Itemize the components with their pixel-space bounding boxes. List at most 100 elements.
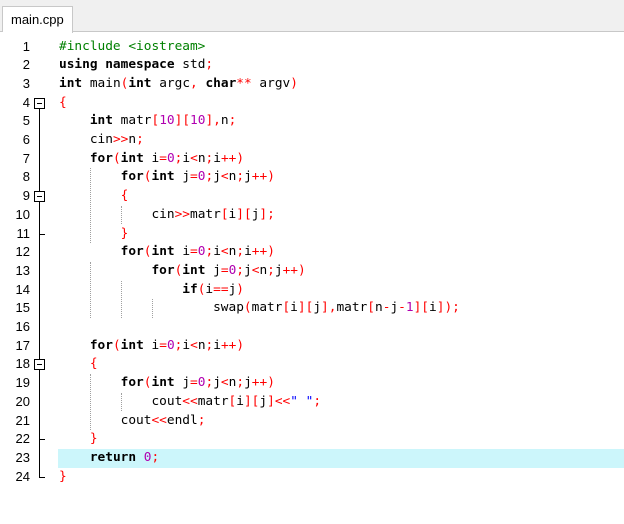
line-number: 7 (22, 150, 30, 166)
code-token: i (244, 244, 252, 260)
fold-end-marker (39, 476, 45, 478)
code-line: 7 for(int i=0;i<n;i++) (0, 150, 624, 169)
code-text: for(int i=0;i<n;i++) (59, 243, 275, 262)
code-token: int (128, 75, 152, 91)
code-text: cin>>matr[i][j]; (59, 206, 275, 225)
code-token: i (429, 300, 437, 316)
code-token: ++) (251, 375, 275, 391)
code-token: >> (174, 206, 190, 222)
code-token: = (159, 150, 167, 166)
code-token: ; (197, 412, 206, 428)
fold-collapse-icon[interactable] (34, 97, 45, 109)
code-token: ][ (413, 300, 430, 316)
line-number: 13 (15, 262, 30, 278)
code-text: for(int i=0;i<n;i++) (59, 150, 244, 169)
code-token: cin (59, 206, 175, 222)
code-token: j (174, 375, 191, 391)
code-token: ; (236, 169, 245, 185)
code-token: } (89, 431, 98, 447)
code-token: int (89, 113, 113, 129)
code-token: matr (112, 113, 152, 129)
code-token: { (120, 188, 129, 204)
code-text: for(int j=0;j<n;j++) (59, 168, 275, 187)
code-token: i (143, 337, 160, 353)
code-token: < (190, 337, 198, 353)
code-text: for(int i=0;i<n;i++) (59, 337, 244, 356)
code-text: } (59, 430, 98, 449)
code-editor-window: main.cpp 1 #include <iostream> 2 using name… (0, 0, 624, 524)
code-token: = (159, 337, 167, 353)
code-token: < (220, 375, 229, 391)
code-token: ; (136, 132, 144, 147)
code-token: = (190, 244, 198, 260)
code-token: if (182, 281, 198, 297)
code-token: ++) (220, 150, 245, 166)
code-token: cout (59, 393, 183, 409)
code-token: #include <iostream> (59, 38, 206, 54)
code-token: = (220, 262, 229, 278)
code-token: int (59, 75, 83, 91)
code-token: << (151, 412, 167, 428)
code-token: ++) (282, 262, 306, 278)
code-token: int (182, 262, 206, 278)
code-token: std (174, 57, 206, 73)
line-number: 5 (22, 113, 30, 129)
code-line: 14 if(i==j) (0, 281, 624, 300)
code-token: argv (251, 75, 291, 91)
code-token: j (205, 262, 221, 278)
code-text: using namespace std; (59, 56, 213, 75)
code-token: swap (59, 300, 244, 316)
code-token: argc (151, 75, 191, 91)
line-number: 20 (15, 393, 30, 409)
fold-range-line (39, 370, 40, 440)
code-token: ; (236, 244, 245, 260)
code-token: main (82, 75, 121, 91)
line-number: 6 (22, 132, 30, 147)
code-token: ], (321, 300, 337, 316)
code-line: 5 int matr[10][10],n; (0, 112, 624, 131)
code-text: } (59, 468, 67, 487)
code-token: n (259, 262, 268, 278)
fold-collapse-icon[interactable] (34, 359, 45, 371)
code-token: for (151, 262, 175, 278)
code-line: 17 for(int i=0;i<n;i++) (0, 337, 624, 356)
code-text: { (59, 94, 67, 113)
code-line: 9 { (0, 187, 624, 206)
code-token: = (190, 169, 198, 185)
code-token: [ (282, 300, 291, 316)
code-token: for (120, 244, 144, 260)
line-number: 23 (15, 449, 30, 465)
line-number: 19 (15, 375, 30, 391)
code-text: cout<<endl; (59, 412, 206, 431)
code-token: = (190, 375, 198, 391)
code-token: int (151, 169, 175, 185)
code-token: for (120, 169, 144, 185)
line-number: 8 (22, 169, 30, 185)
code-token: ; (267, 262, 275, 278)
code-token: ( (112, 337, 121, 353)
code-token: 0 (166, 150, 175, 166)
line-number: 14 (15, 281, 30, 297)
fold-end-marker (39, 439, 45, 441)
code-token: ; (205, 57, 214, 73)
tab-main-cpp[interactable]: main.cpp (2, 6, 73, 33)
code-token: i (174, 244, 191, 260)
code-token: j (390, 300, 399, 316)
code-token: for (120, 375, 144, 391)
code-token: ][ (297, 300, 314, 316)
code-token: j (274, 262, 283, 278)
fold-collapse-icon[interactable] (34, 191, 45, 203)
line-number: 9 (22, 188, 30, 204)
code-token: ** (236, 75, 252, 91)
line-number: 1 (22, 38, 30, 54)
code-token: ]; (259, 206, 275, 222)
code-line: 21 cout<<endl; (0, 412, 624, 431)
code-text: return 0; (59, 449, 159, 468)
code-token: matr (197, 393, 229, 409)
code-token: endl (166, 412, 198, 428)
code-line: 1 #include <iostream> (0, 38, 624, 57)
